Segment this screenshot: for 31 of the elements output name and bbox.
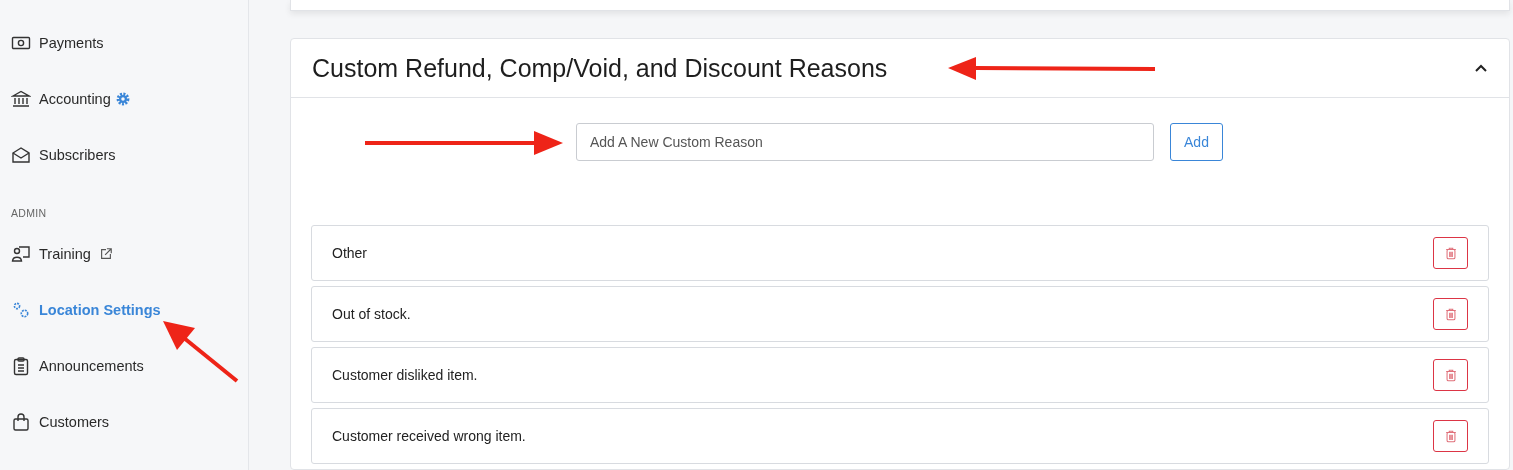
reason-input[interactable]: Add A New Custom Reason bbox=[576, 123, 1154, 161]
sidebar-item[interactable]: Announcements bbox=[0, 338, 248, 394]
sidebar-item[interactable]: Subscribers bbox=[0, 127, 248, 183]
bag-icon bbox=[11, 412, 31, 432]
delete-button[interactable] bbox=[1433, 359, 1468, 391]
trash-icon bbox=[1443, 428, 1458, 444]
add-button[interactable]: Add bbox=[1170, 123, 1223, 161]
trash-icon bbox=[1443, 306, 1458, 322]
delete-button[interactable] bbox=[1433, 420, 1468, 452]
sidebar-item[interactable]: Payments bbox=[0, 15, 248, 71]
trash-icon bbox=[1443, 367, 1458, 383]
external-link-icon bbox=[98, 247, 113, 261]
gears-icon bbox=[11, 300, 31, 320]
bank-icon bbox=[11, 89, 31, 109]
person-screen-icon bbox=[11, 244, 31, 264]
reason-text: Customer disliked item. bbox=[332, 367, 478, 383]
delete-button[interactable] bbox=[1433, 237, 1468, 269]
settings-icon[interactable] bbox=[114, 91, 131, 107]
clipboard-icon bbox=[11, 356, 31, 376]
sidebar-item[interactable]: Customers bbox=[0, 394, 248, 450]
sidebar-item[interactable]: Location Settings bbox=[0, 282, 248, 338]
sidebar-heading: ADMIN bbox=[10, 206, 48, 221]
delete-button[interactable] bbox=[1433, 298, 1468, 330]
trash-icon bbox=[1443, 245, 1458, 261]
sidebar-item[interactable]: Training bbox=[0, 226, 248, 282]
reason-text: Customer received wrong item. bbox=[332, 428, 526, 444]
reason-text: Out of stock. bbox=[332, 306, 411, 322]
section-title: Custom Refund, Comp/Void, and Discount Reasons bbox=[312, 53, 888, 83]
envelope-icon bbox=[11, 145, 31, 165]
reason-text: Other bbox=[332, 245, 367, 261]
sidebar-item[interactable]: Accounting bbox=[0, 71, 248, 127]
